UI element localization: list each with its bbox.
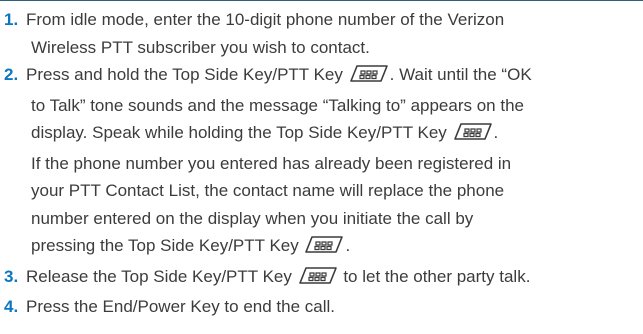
step-2-text-1-end: . Wait until the “OK bbox=[389, 65, 532, 84]
step-2-number: 2. bbox=[4, 65, 19, 84]
step-2-text-5: your PTT Contact List, the contact name … bbox=[31, 181, 505, 200]
step-1-number: 1. bbox=[4, 10, 19, 29]
step-2-text-7: pressing the Top Side Key/PTT Key bbox=[31, 236, 299, 255]
top-rule bbox=[0, 0, 643, 1]
step-1-text-1: From idle mode, enter the 10-digit phone… bbox=[26, 10, 505, 29]
ptt-key-icon bbox=[349, 64, 388, 92]
ptt-key-icon bbox=[453, 122, 492, 150]
step-2-text-2: to Talk” tone sounds and the message “Ta… bbox=[31, 95, 524, 115]
step-2: 2. Press and hold the Top Side Key/PTT Ke… bbox=[4, 61, 640, 263]
step-2-line-1: 2. Press and hold the Top Side Key/PTT Ke… bbox=[4, 61, 640, 92]
instruction-steps: 1. From idle mode, enter the 10-digit pho… bbox=[4, 6, 640, 321]
ptt-key-icon bbox=[298, 266, 337, 294]
step-4-text-1: Press the End/Power Key to end the call. bbox=[26, 297, 336, 316]
step-3-text-1-end: to let the other party talk. bbox=[338, 266, 531, 286]
step-3-line-1: 3. Release the Top Side Key/PTT Key to le… bbox=[4, 263, 640, 294]
step-4: 4. Press the End/Power Key to end the cal… bbox=[4, 293, 640, 321]
step-3-number: 3. bbox=[4, 266, 19, 286]
step-4-line-1: 4. Press the End/Power Key to end the cal… bbox=[4, 293, 640, 321]
step-2-text-4: If the phone number you entered has alre… bbox=[31, 153, 512, 173]
step-4-number: 4. bbox=[4, 297, 19, 316]
step-1: 1. From idle mode, enter the 10-digit pho… bbox=[4, 6, 640, 61]
step-2-text-3: display. Speak while holding the Top Sid… bbox=[31, 123, 447, 142]
step-2-line-3: display. Speak while holding the Top Sid… bbox=[4, 119, 640, 150]
step-2-text-7-end: . bbox=[345, 236, 351, 255]
step-2-text-6: number entered on the display when you i… bbox=[31, 208, 474, 228]
step-3: 3. Release the Top Side Key/PTT Key to le… bbox=[4, 263, 640, 294]
step-1-line-1: 1. From idle mode, enter the 10-digit pho… bbox=[4, 6, 640, 34]
step-3-text-1: Release the Top Side Key/PTT Key bbox=[26, 266, 292, 286]
step-1-text-2: Wireless PTT subscriber you wish to cont… bbox=[31, 37, 370, 57]
step-2-text-1: Press and hold the Top Side Key/PTT Key bbox=[26, 65, 343, 84]
step-2-line-7: pressing the Top Side Key/PTT Key . bbox=[4, 232, 640, 263]
step-2-text-3-end: . bbox=[493, 123, 499, 142]
ptt-key-icon bbox=[305, 235, 344, 263]
